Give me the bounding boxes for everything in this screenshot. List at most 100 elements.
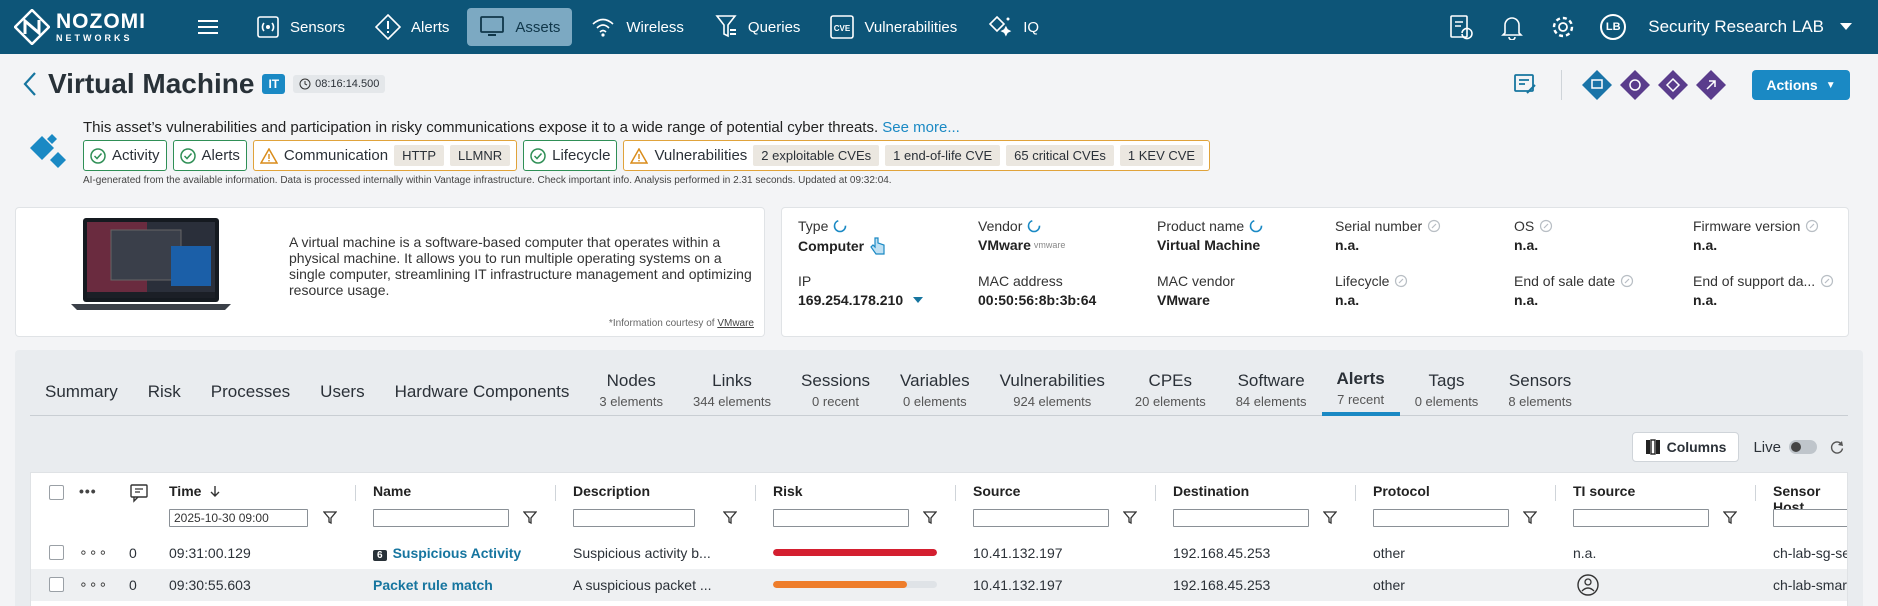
tab-variables[interactable]: Variables 0 elements [885,364,985,416]
chip-communication[interactable]: Communication HTTP LLMNR [252,140,518,171]
tab-software[interactable]: Software 84 elements [1221,364,1322,416]
row-name-link[interactable]: Suspicious Activity [393,545,522,561]
hamburger-menu-icon[interactable] [196,17,220,37]
nav-queries[interactable]: Queries [702,8,813,46]
destination-filter-input[interactable] [1173,509,1309,527]
source-filter-input[interactable] [973,509,1109,527]
row-options-icon[interactable]: ∘∘∘ [79,544,108,561]
chip-vulnerabilities[interactable]: Vulnerabilities 2 exploitable CVEs 1 end… [623,140,1211,171]
columns-button[interactable]: Columns [1631,432,1740,462]
header-destination[interactable]: Destination [1173,483,1249,499]
ti-source-filter-input[interactable] [1573,509,1709,527]
filter-icon[interactable] [323,510,337,524]
actions-button[interactable]: Actions ▼ [1752,70,1850,100]
check-circle-icon [530,147,546,164]
columns-icon [1645,439,1660,455]
refresh-status-icon [1028,219,1041,233]
tab-tags-count: 0 elements [1414,394,1479,409]
ip-dropdown-icon[interactable] [913,296,924,304]
chip-alerts[interactable]: Alerts [172,140,247,171]
gear-icon[interactable] [1550,14,1576,40]
hand-pointer-icon[interactable] [870,237,886,255]
risk-filter-input[interactable] [773,509,909,527]
time-filter-input[interactable]: 2025-10-30 09:00 [169,509,308,527]
nav-alerts[interactable]: Alerts [363,8,461,46]
header-protocol[interactable]: Protocol [1373,483,1430,499]
reports-icon[interactable] [1448,14,1474,40]
row-name[interactable]: Packet rule match [373,577,493,593]
sensor-host-filter-input[interactable] [1773,509,1847,527]
asset-action-diamond-1-icon[interactable] [1582,70,1612,100]
column-separator[interactable] [755,485,756,501]
filter-icon[interactable] [1123,510,1137,524]
notification-bell-icon[interactable] [1500,14,1524,40]
column-separator[interactable] [1755,485,1756,501]
chip-activity[interactable]: Activity [83,140,167,171]
user-avatar[interactable]: LB [1600,14,1627,40]
row-checkbox[interactable] [49,545,64,560]
protocol-filter-input[interactable] [1373,509,1509,527]
live-label: Live [1753,438,1781,456]
back-arrow-icon[interactable] [20,69,40,99]
row-options-icon[interactable]: ∘∘∘ [79,576,108,593]
filter-icon[interactable] [1323,510,1337,524]
nav-assets[interactable]: Assets [467,8,573,46]
more-options-icon[interactable]: ••• [79,483,97,499]
tab-cpes[interactable]: CPEs 20 elements [1120,364,1221,416]
filter-icon[interactable] [1723,510,1737,524]
column-separator[interactable] [1555,485,1556,501]
nav-sensors[interactable]: Sensors [244,8,357,46]
filter-icon[interactable] [923,510,937,524]
row-checkbox[interactable] [49,577,64,592]
select-all-checkbox[interactable] [49,485,64,500]
tab-tags[interactable]: Tags 0 elements [1400,364,1494,416]
asset-action-diamond-4-icon[interactable] [1696,70,1726,100]
tab-links[interactable]: Links 344 elements [678,364,786,416]
header-name[interactable]: Name [373,483,411,499]
threat-intel-icon[interactable] [1577,574,1599,596]
nav-iq[interactable]: IQ [975,8,1051,46]
header-ti-source[interactable]: TI source [1573,483,1635,499]
header-time[interactable]: Time [169,483,221,499]
column-separator[interactable] [555,485,556,501]
description-filter-input[interactable] [573,509,695,527]
chip-lifecycle[interactable]: Lifecycle [523,140,618,171]
tab-sessions[interactable]: Sessions 0 recent [786,364,885,416]
tab-users[interactable]: Users [305,364,379,416]
table-row[interactable]: ∘∘∘ 0 09:31:00.129 6 Suspicious Activity … [31,537,1847,569]
tab-summary[interactable]: Summary [30,364,133,416]
tab-risk[interactable]: Risk [133,364,196,416]
tenant-name[interactable]: Security Research LAB [1648,17,1824,37]
live-toggle[interactable] [1789,440,1817,454]
tab-nodes[interactable]: Nodes 3 elements [584,364,678,416]
column-separator[interactable] [955,485,956,501]
row-name-link[interactable]: Packet rule match [373,577,493,593]
chevron-down-icon[interactable] [1840,23,1852,31]
column-separator[interactable] [355,485,356,501]
header-risk[interactable]: Risk [773,483,803,499]
nav-vulnerabilities[interactable]: CVE Vulnerabilities [818,8,969,46]
header-source[interactable]: Source [973,483,1020,499]
filter-icon[interactable] [723,510,737,524]
tab-vulnerabilities[interactable]: Vulnerabilities 924 elements [985,364,1120,416]
row-name[interactable]: 6 Suspicious Activity [373,545,521,561]
filter-icon[interactable] [523,510,537,524]
tab-sensors[interactable]: Sensors 8 elements [1493,364,1587,416]
asset-action-diamond-2-icon[interactable] [1620,70,1650,100]
notes-icon[interactable] [1513,73,1537,97]
tab-hardware-components[interactable]: Hardware Components [380,364,585,416]
name-filter-input[interactable] [373,509,509,527]
column-separator[interactable] [1355,485,1356,501]
credit-link[interactable]: VMware [717,318,754,329]
nozomi-logo[interactable]: NOZOMI NETWORKS [14,9,154,45]
filter-icon[interactable] [1523,510,1537,524]
tab-alerts[interactable]: Alerts 7 recent [1321,364,1400,416]
header-description[interactable]: Description [573,483,650,499]
table-row[interactable]: ∘∘∘ 0 09:30:55.603 Packet rule match A s… [31,569,1847,601]
tab-processes[interactable]: Processes [196,364,305,416]
refresh-icon[interactable] [1829,439,1845,455]
asset-action-diamond-3-icon[interactable] [1658,70,1688,100]
see-more-link[interactable]: See more... [882,119,960,136]
column-separator[interactable] [1155,485,1156,501]
nav-wireless[interactable]: Wireless [578,8,696,46]
